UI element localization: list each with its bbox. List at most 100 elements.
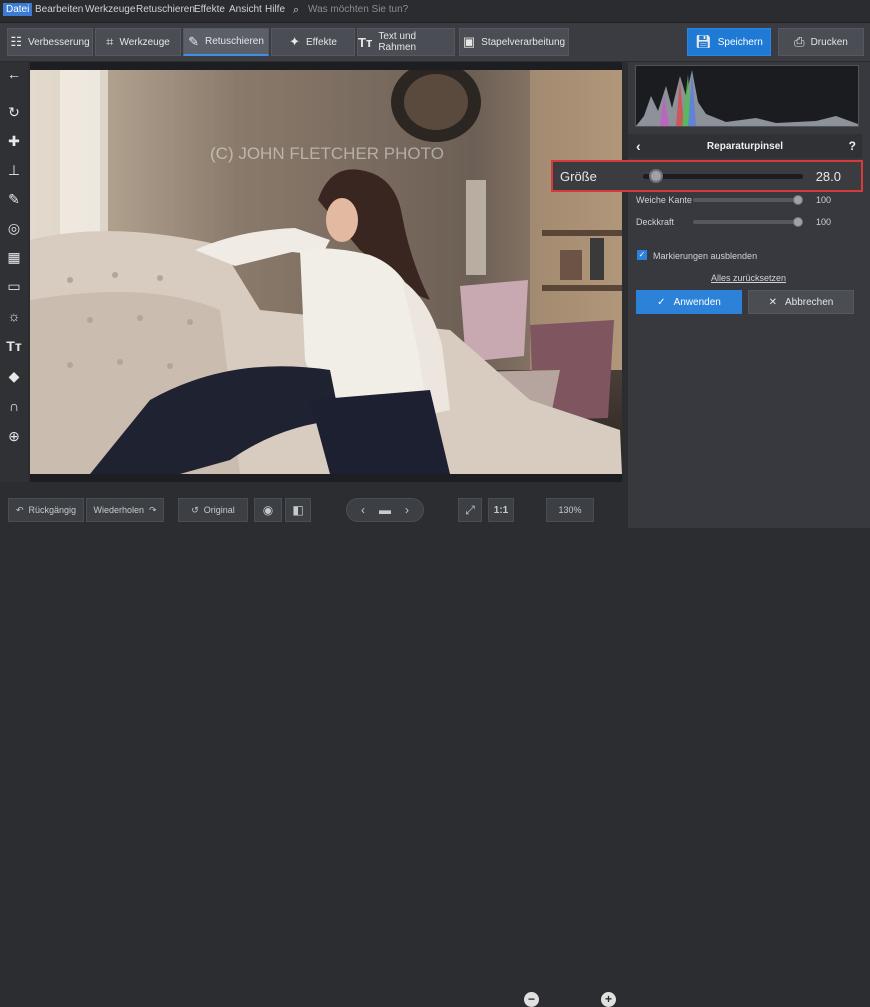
printer-icon: ⎙ xyxy=(794,34,805,49)
image-canvas[interactable]: (C) JOHN FLETCHER PHOTO xyxy=(30,62,622,482)
tab-effekte[interactable]: ✦ Effekte xyxy=(271,28,355,56)
cancel-button[interactable]: ✕ Abbrechen xyxy=(748,290,854,314)
menu-bearbeiten[interactable]: Bearbeiten xyxy=(35,4,83,15)
search-icon[interactable]: ⌕ xyxy=(293,4,299,17)
text-icon: Tт xyxy=(358,34,373,50)
tab-verbesserung[interactable]: ☷ Verbesserung xyxy=(7,28,93,56)
reset-all-link[interactable]: Alles zurücksetzen xyxy=(711,273,786,283)
eye-icon[interactable]: ◉ xyxy=(254,498,282,522)
tab-label: Effekte xyxy=(305,36,337,48)
sun-icon[interactable]: ☼ xyxy=(4,306,24,326)
sliders-icon: ☷ xyxy=(10,34,22,49)
zoom-in-icon[interactable]: + xyxy=(601,992,616,1007)
magic-wand-icon: ✦ xyxy=(289,34,300,49)
opacity-slider-knob[interactable] xyxy=(793,217,803,227)
redo-icon: ↷ xyxy=(148,504,157,515)
chevron-left-icon[interactable]: ‹ xyxy=(636,138,641,154)
check-icon: ✓ xyxy=(657,296,666,308)
cancel-label: Abbrechen xyxy=(785,296,834,308)
menu-retuschieren[interactable]: Retuschieren xyxy=(136,4,195,15)
brush-icon: ✎ xyxy=(188,33,199,49)
size-value: 28.0 xyxy=(815,169,841,184)
original-label: Original xyxy=(203,505,235,515)
apply-button[interactable]: ✓ Anwenden xyxy=(636,290,742,314)
menu-hilfe[interactable]: Hilfe xyxy=(265,4,285,15)
fit-to-screen-icon[interactable]: ⤢ xyxy=(458,498,482,522)
tab-label: Verbesserung xyxy=(27,36,90,48)
file-navigation: ‹ ▬ › xyxy=(346,498,424,522)
menu-werkzeuge[interactable]: Werkzeuge xyxy=(85,4,135,15)
floppy-disk-icon: 💾︎ xyxy=(695,34,712,49)
chevron-right-icon[interactable]: › xyxy=(405,503,409,517)
batch-images-icon: ▣ xyxy=(462,34,476,49)
undo-label: Rückgängig xyxy=(28,505,77,515)
size-slider-highlight: Größe 28.0 xyxy=(551,160,863,192)
globe-icon[interactable]: ⊕ xyxy=(4,426,24,446)
zoom-out-icon[interactable]: − xyxy=(524,992,539,1007)
histogram xyxy=(635,65,859,127)
photo[interactable]: (C) JOHN FLETCHER PHOTO xyxy=(30,70,622,474)
menu-datei[interactable]: Datei xyxy=(3,3,33,16)
search-input[interactable]: Was möchten Sie tun? xyxy=(308,4,408,15)
menu-bar: Datei Bearbeiten Werkzeuge Retuschieren … xyxy=(0,0,870,23)
close-icon: ✕ xyxy=(768,296,777,308)
size-slider-knob[interactable] xyxy=(648,169,663,183)
save-button[interactable]: 💾︎ Speichern xyxy=(687,28,771,56)
menu-ansicht[interactable]: Ansicht xyxy=(229,4,262,15)
redo-label: Wiederholen xyxy=(93,505,144,515)
bottom-bar: ↶ Rückgängig Wiederholen ↷ ↺ Original ◉ … xyxy=(0,490,624,1007)
text-icon[interactable]: Tт xyxy=(4,336,24,356)
feather-label: Weiche Kante xyxy=(636,195,692,205)
target-circle-icon[interactable]: ◎ xyxy=(4,218,24,238)
folder-icon[interactable]: ▬ xyxy=(379,503,391,517)
bandage-icon[interactable]: ✚ xyxy=(4,131,24,151)
feather-value: 100 xyxy=(816,195,832,205)
help-icon[interactable]: ? xyxy=(849,139,856,153)
opacity-slider[interactable] xyxy=(693,220,801,224)
hide-marks-checkbox[interactable]: ✓ xyxy=(637,250,647,260)
undo-button[interactable]: ↶ Rückgängig xyxy=(8,498,84,522)
tab-label: Text und Rahmen xyxy=(378,31,417,53)
opacity-label: Deckkraft xyxy=(636,217,675,227)
print-label: Drucken xyxy=(810,36,848,48)
feather-slider-knob[interactable] xyxy=(793,195,803,205)
ratio-1-1-button[interactable]: 1:1 xyxy=(488,498,514,522)
vignette-icon[interactable]: ▭ xyxy=(4,276,24,296)
gradient-filter-icon[interactable]: ▦ xyxy=(4,247,24,267)
rotate-back-icon: ↺ xyxy=(191,504,199,515)
save-label: Speichern xyxy=(717,36,763,48)
compare-split-icon[interactable]: ◧ xyxy=(285,498,311,522)
opacity-value: 100 xyxy=(816,217,832,227)
print-button[interactable]: ⎙ Drucken xyxy=(778,28,864,56)
back-arrow-icon[interactable]: ← xyxy=(4,64,24,84)
right-panel: ‹ Reparaturpinsel ? Weiche Kante 100 Dec… xyxy=(628,62,870,528)
paint-bucket-icon[interactable]: ◆ xyxy=(4,366,24,386)
crop-icon: ⌗ xyxy=(106,34,114,49)
brush-icon[interactable]: ✎ xyxy=(4,189,24,209)
size-slider[interactable] xyxy=(643,174,803,179)
original-button[interactable]: ↺ Original xyxy=(178,498,248,522)
panel-header: ‹ Reparaturpinsel ? xyxy=(628,134,862,158)
tab-label: Retuschieren xyxy=(204,36,264,47)
chevron-left-icon[interactable]: ‹ xyxy=(361,503,365,517)
tab-label: Werkzeuge xyxy=(119,36,170,48)
size-label: Größe xyxy=(560,169,597,184)
zoom-value[interactable]: 130% xyxy=(546,498,594,522)
hide-marks-label: Markierungen ausblenden xyxy=(653,251,758,261)
panel-title: Reparaturpinsel xyxy=(706,140,784,152)
magnet-icon[interactable]: ∩ xyxy=(4,396,24,416)
tab-stapelverarbeitung[interactable]: ▣ Stapelverarbeitung xyxy=(459,28,569,56)
watermark-text: (C) JOHN FLETCHER PHOTO xyxy=(210,144,444,163)
stamp-icon[interactable]: ⊥ xyxy=(4,160,24,180)
main-toolbar: ☷ Verbesserung ⌗ Werkzeuge ✎ Retuschiere… xyxy=(0,23,870,61)
tab-label: Stapelverarbeitung xyxy=(481,36,566,48)
tab-werkzeuge[interactable]: ⌗ Werkzeuge xyxy=(95,28,181,56)
undo-icon: ↶ xyxy=(15,504,24,515)
rotate-icon[interactable]: ↻ xyxy=(4,102,24,122)
tab-retuschieren[interactable]: ✎ Retuschieren xyxy=(183,28,269,56)
menu-effekte[interactable]: Effekte xyxy=(194,4,225,15)
feather-slider[interactable] xyxy=(693,198,801,202)
tab-text-und-rahmen[interactable]: Tт Text und Rahmen xyxy=(357,28,455,56)
apply-label: Anwenden xyxy=(673,296,721,308)
redo-button[interactable]: Wiederholen ↷ xyxy=(86,498,164,522)
